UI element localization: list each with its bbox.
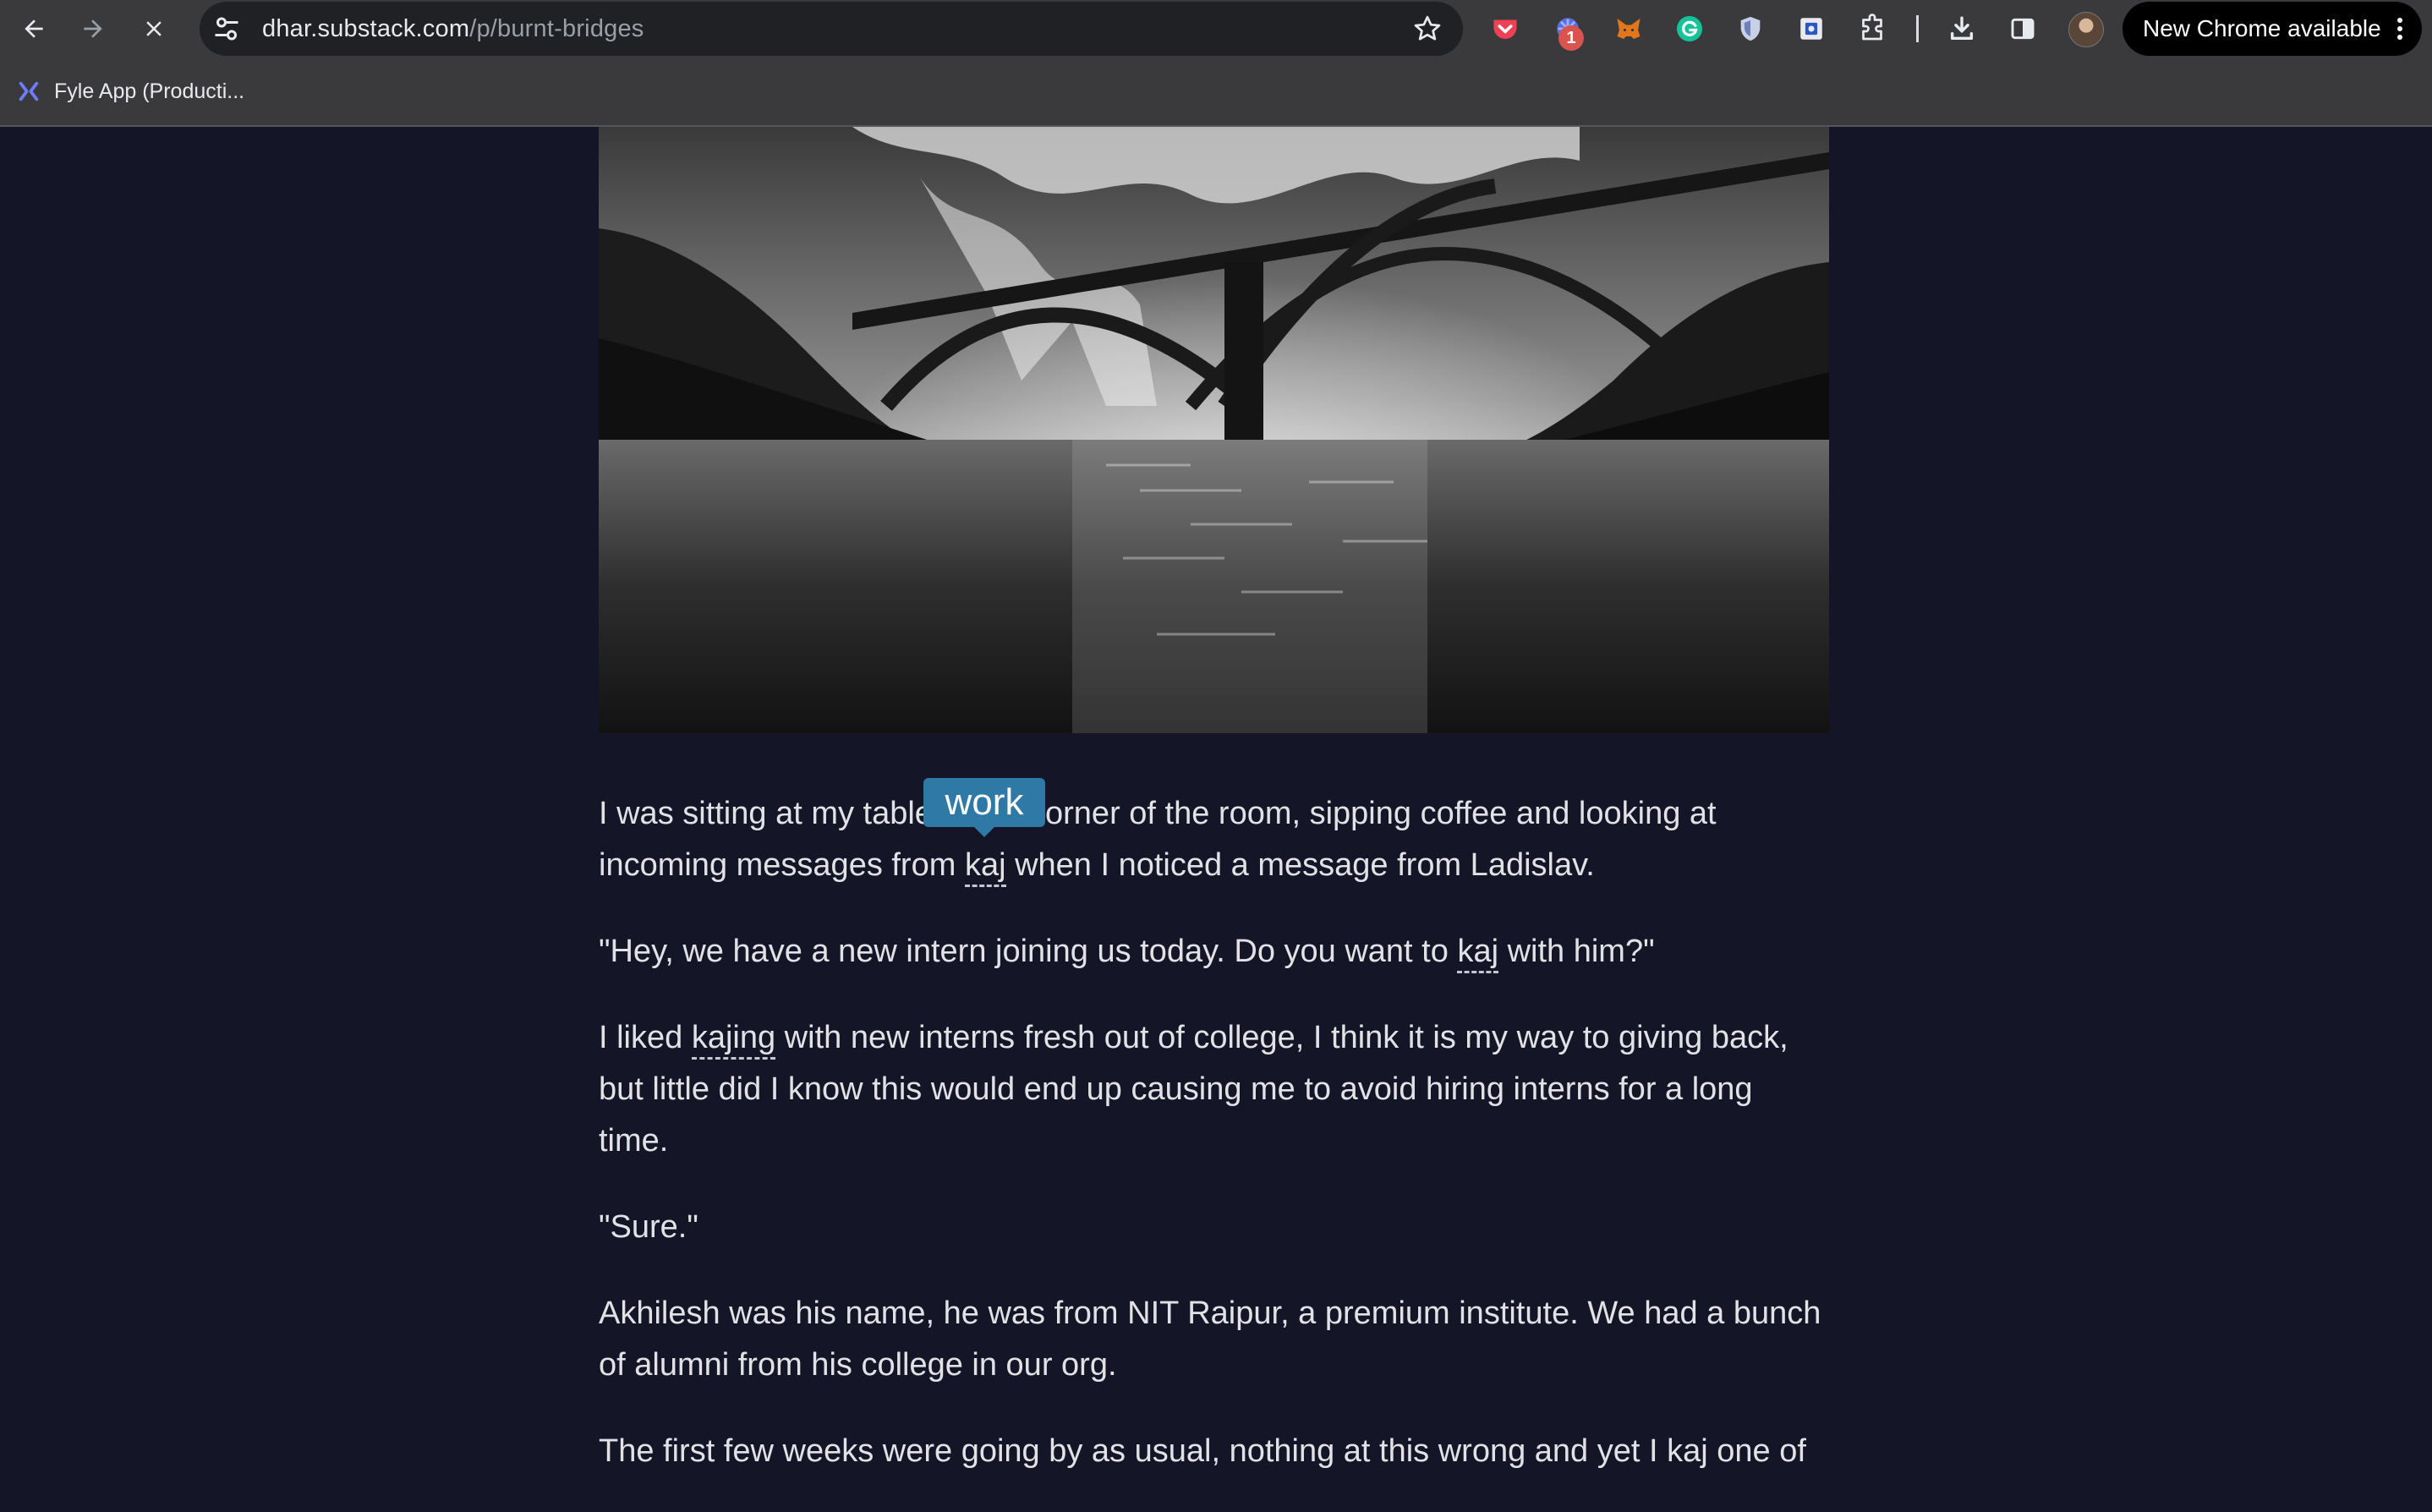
back-button[interactable]	[14, 8, 54, 49]
kebab-menu-icon	[2397, 18, 2402, 40]
hero-image-burning-bridge	[599, 127, 1829, 733]
star-icon[interactable]	[1412, 14, 1443, 44]
tune-icon[interactable]	[211, 14, 242, 44]
paragraph-text: with him?"	[1498, 934, 1655, 969]
burning-bridge-illustration	[599, 127, 1829, 733]
url-path: /p/burnt-bridges	[469, 15, 644, 42]
new-chrome-available-button[interactable]: New Chrome available	[2123, 2, 2422, 56]
app-extension[interactable]	[1794, 12, 1828, 46]
paragraph-text: I liked	[599, 1020, 692, 1055]
fyle-logo-icon	[19, 81, 39, 101]
translation-tooltip: work	[923, 778, 1045, 827]
bookmarks-bar: Fyle App (Producti...	[0, 58, 2432, 127]
extension-badge-count: 1	[1558, 25, 1584, 51]
translated-word-kaj[interactable]: kaj	[964, 847, 1006, 887]
paragraph-1: I was sitting at my table in the corner …	[599, 788, 1829, 891]
shield-icon	[1740, 16, 1761, 41]
article-body: I was sitting at my table in the corner …	[599, 788, 1829, 1512]
translated-word-kajing[interactable]: kajing	[691, 1020, 776, 1060]
url-text[interactable]: dhar.substack.com/p/burnt-bridges	[262, 2, 644, 56]
downloads-button[interactable]	[1945, 12, 1979, 46]
address-bar[interactable]: dhar.substack.com/p/burnt-bridges	[200, 2, 1463, 56]
browser-toolbar: dhar.substack.com/p/burnt-bridges 1 New …	[0, 0, 2432, 58]
side-panel-icon	[2011, 18, 2035, 40]
paragraph-2: "Hey, we have a new intern joining us to…	[599, 926, 1829, 978]
page-content: I was sitting at my table in the corner …	[0, 127, 2432, 1469]
close-icon	[146, 21, 162, 36]
download-icon	[1950, 16, 1974, 41]
paragraph-text: when I noticed a message from Ladislav.	[1005, 847, 1595, 883]
bookmark-fyle-app[interactable]: Fyle App (Producti...	[17, 78, 244, 105]
grammarly-icon	[1677, 16, 1702, 41]
arrow-left-icon	[25, 19, 43, 38]
grammarly-extension[interactable]	[1673, 12, 1706, 46]
side-panel-button[interactable]	[2006, 12, 2040, 46]
paragraph-6: The first few weeks were going by as usu…	[599, 1433, 1806, 1469]
paragraph-4: "Sure."	[599, 1209, 698, 1245]
stop-loading-button[interactable]	[134, 8, 174, 49]
update-label: New Chrome available	[2143, 15, 2381, 41]
pocket-icon	[1493, 19, 1517, 39]
paragraph-5: Akhilesh was his name, he was from NIT R…	[599, 1296, 1821, 1383]
bookmark-label: Fyle App (Producti...	[54, 79, 245, 103]
metamask-extension[interactable]	[1612, 12, 1646, 46]
puzzle-icon	[1862, 14, 1882, 41]
extensions-button[interactable]	[1855, 12, 1889, 46]
metamask-fox-icon	[1617, 19, 1641, 39]
pocket-extension[interactable]	[1488, 12, 1522, 46]
paragraph-text: "Hey, we have a new intern joining us to…	[599, 934, 1458, 969]
profile-avatar[interactable]	[2068, 12, 2104, 47]
paragraph-text: with new interns fresh out of college, I…	[599, 1020, 1788, 1159]
forward-button[interactable]	[73, 8, 113, 49]
translated-word-kaj[interactable]: kaj	[1457, 934, 1499, 973]
tooltip-arrow	[974, 827, 994, 837]
url-host: dhar.substack.com	[262, 15, 470, 42]
paragraph-3: I liked kajing with new interns fresh ou…	[599, 1012, 1829, 1167]
square-app-icon	[1800, 18, 1822, 40]
shield-extension[interactable]	[1734, 12, 1767, 46]
toolbar-separator	[1916, 15, 1919, 42]
arrow-right-icon	[84, 19, 102, 38]
